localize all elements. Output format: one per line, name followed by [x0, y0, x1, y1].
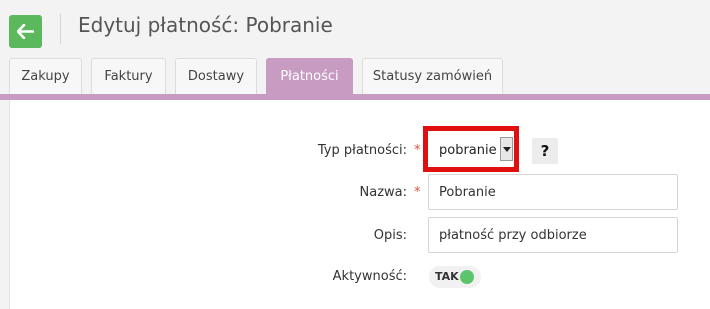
header-divider	[60, 14, 61, 44]
active-toggle[interactable]: TAK	[429, 266, 481, 288]
required-marker: *	[414, 143, 421, 158]
tab-zakupy[interactable]: Zakupy	[9, 58, 82, 94]
name-input[interactable]: Pobranie	[428, 174, 678, 210]
tab-statusy-zamowien[interactable]: Statusy zamówień	[362, 58, 503, 94]
page-header: Edytuj płatność: Pobranie	[0, 0, 710, 58]
required-marker: *	[414, 185, 421, 200]
tab-faktury[interactable]: Faktury	[91, 58, 166, 94]
help-button[interactable]: ?	[532, 138, 558, 164]
tab-dostawy[interactable]: Dostawy	[175, 58, 257, 94]
payment-type-label: Typ płatności:	[317, 143, 407, 158]
back-button[interactable]	[9, 15, 42, 48]
description-input[interactable]: płatność przy odbiorze	[428, 217, 678, 253]
arrow-left-icon	[17, 24, 34, 39]
chevron-down-icon	[503, 147, 511, 152]
tab-platnosci[interactable]: Płatności	[266, 58, 353, 94]
tab-bar: Zakupy Faktury Dostawy Płatności Statusy…	[0, 58, 710, 94]
payment-type-select[interactable]: pobranie	[432, 136, 516, 166]
active-label: Aktywność:	[332, 269, 407, 284]
toggle-label: TAK	[435, 270, 459, 283]
dropdown-arrow[interactable]	[500, 137, 513, 161]
payment-type-value: pobranie	[439, 143, 497, 158]
page-title: Edytuj płatność: Pobranie	[78, 13, 333, 37]
toggle-knob	[460, 270, 474, 284]
description-label: Opis:	[373, 228, 407, 243]
name-label: Nazwa:	[359, 185, 408, 200]
